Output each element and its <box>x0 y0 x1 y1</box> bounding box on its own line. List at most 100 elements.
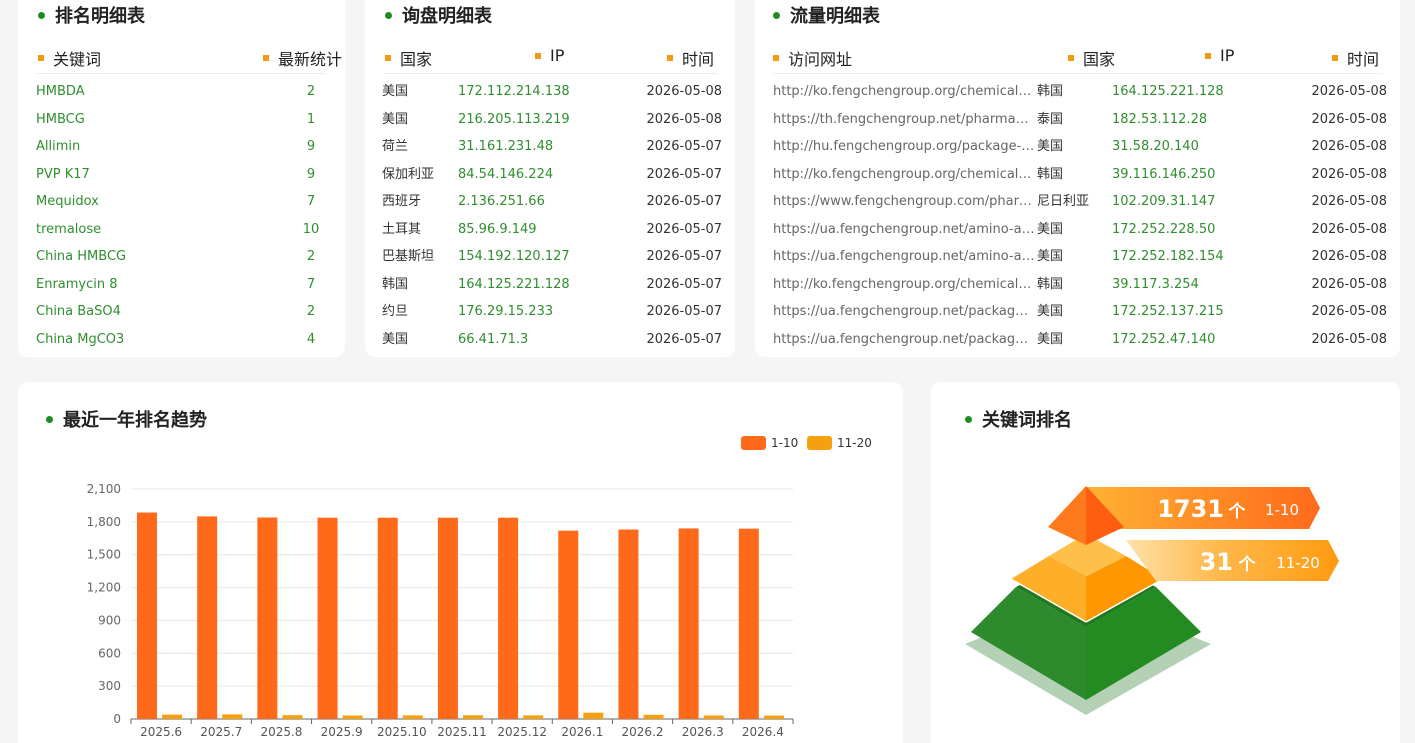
table-row[interactable]: https://ua.fengchengroup.net/package-… 美国… <box>773 302 1393 330</box>
square-bullet-icon <box>773 55 779 61</box>
bar-11-20-2026.2[interactable] <box>643 714 664 719</box>
bar-1-10-2025.9[interactable] <box>317 517 338 719</box>
bar-1-10-2026.4[interactable] <box>738 528 759 719</box>
table-row[interactable]: China BaSO4 2 <box>36 302 326 330</box>
table-row[interactable]: 巴基斯坦 154.192.120.127 2026-05-07 <box>382 247 727 275</box>
bar-11-20-2025.8[interactable] <box>282 715 303 719</box>
table-row[interactable]: http://ko.fengchengroup.org/chemicals/… 韩… <box>773 165 1393 193</box>
keyword-cell[interactable]: China HMBCG <box>36 247 236 267</box>
url-cell[interactable]: https://ua.fengchengroup.net/package-… <box>773 330 1035 350</box>
table-row[interactable]: PVP K17 9 <box>36 165 326 193</box>
table-row[interactable]: Mequidox 7 <box>36 192 326 220</box>
bar-11-20-2025.11[interactable] <box>463 715 483 719</box>
time-cell: 2026-05-08 <box>1311 84 1387 99</box>
table-row[interactable]: https://ua.fengchengroup.net/amino-aci… 美… <box>773 220 1393 248</box>
country-cell: 美国 <box>1037 331 1064 347</box>
y-tick-label: 300 <box>98 679 121 693</box>
x-tick-label: 2026.4 <box>742 725 784 739</box>
url-cell[interactable]: http://hu.fengchengroup.org/package-… <box>773 137 1035 157</box>
url-cell[interactable]: https://ua.fengchengroup.net/package-… <box>773 302 1035 322</box>
count-cell: 9 <box>306 166 316 182</box>
col-header-latest-stat: 最新统计 <box>263 46 342 70</box>
keyword-cell[interactable]: HMBDA <box>36 82 236 102</box>
x-tick-label: 2026.2 <box>622 725 664 739</box>
table-row[interactable]: http://hu.fengchengroup.org/package-… 美国 3… <box>773 137 1393 165</box>
ip-cell: 39.116.146.250 <box>1112 166 1216 182</box>
keyword-cell[interactable]: PVP K17 <box>36 165 236 185</box>
table-row[interactable]: https://th.fengchengroup.net/pharmace… 泰国… <box>773 110 1393 138</box>
table-row[interactable]: Enramycin 8 7 <box>36 275 326 303</box>
title-dot-icon <box>773 11 780 19</box>
bar-11-20-2025.7[interactable] <box>222 714 243 719</box>
url-cell[interactable]: https://ua.fengchengroup.net/amino-aci… <box>773 220 1035 240</box>
bar-11-20-2025.12[interactable] <box>523 715 544 719</box>
y-tick-label: 600 <box>98 646 121 660</box>
legend-swatch[interactable] <box>741 436 766 450</box>
bar-11-20-2025.9[interactable] <box>342 715 363 719</box>
bar-11-20-2026.3[interactable] <box>703 715 724 719</box>
bar-11-20-2026.1[interactable] <box>583 712 604 719</box>
table-row[interactable]: https://ua.fengchengroup.net/amino-aci… 美… <box>773 247 1393 275</box>
bar-11-20-2025.10[interactable] <box>402 715 423 719</box>
legend-label[interactable]: 11-20 <box>837 436 872 450</box>
bar-1-10-2026.3[interactable] <box>678 528 699 719</box>
url-cell[interactable]: http://ko.fengchengroup.org/chemicals/… <box>773 165 1035 185</box>
time-cell: 2026-05-07 <box>646 276 722 292</box>
count-cell: 4 <box>306 331 316 347</box>
bar-1-10-2025.12[interactable] <box>498 517 519 719</box>
keyword-cell[interactable]: HMBCG <box>36 110 236 130</box>
bar-11-20-2026.4[interactable] <box>763 715 784 719</box>
legend-swatch[interactable] <box>807 436 832 450</box>
keyword-cell[interactable]: tremalose <box>36 220 236 240</box>
table-row[interactable]: 美国 172.112.214.138 2026-05-08 <box>382 82 727 110</box>
table-row[interactable]: http://ko.fengchengroup.org/chemicals/… 韩… <box>773 275 1393 303</box>
table-row[interactable]: 保加利亚 84.54.146.224 2026-05-07 <box>382 165 727 193</box>
table-row[interactable]: Allimin 9 <box>36 137 326 165</box>
table-row[interactable]: http://ko.fengchengroup.org/chemicals/… 韩… <box>773 82 1393 110</box>
ip-cell: 66.41.71.3 <box>458 331 529 347</box>
bar-1-10-2025.6[interactable] <box>137 512 157 719</box>
table-row[interactable]: 韩国 164.125.221.128 2026-05-07 <box>382 275 727 303</box>
url-cell[interactable]: http://ko.fengchengroup.org/chemicals/… <box>773 82 1035 102</box>
table-row[interactable]: HMBDA 2 <box>36 82 326 110</box>
bar-11-20-2025.6[interactable] <box>162 714 183 719</box>
table-row[interactable]: China MgCO3 4 <box>36 330 326 358</box>
keyword-cell[interactable]: Mequidox <box>36 192 236 212</box>
bar-1-10-2025.7[interactable] <box>197 516 218 719</box>
bar-1-10-2025.8[interactable] <box>257 517 278 719</box>
legend-label[interactable]: 1-10 <box>771 436 798 450</box>
keyword-cell[interactable]: China BaSO4 <box>36 302 236 322</box>
bar-1-10-2026.2[interactable] <box>618 529 639 719</box>
table-row[interactable]: 西班牙 2.136.251.66 2026-05-07 <box>382 192 727 220</box>
url-cell[interactable]: https://th.fengchengroup.net/pharmace… <box>773 110 1035 130</box>
table-row[interactable]: 美国 66.41.71.3 2026-05-07 <box>382 330 727 358</box>
table-row[interactable]: 土耳其 85.96.9.149 2026-05-07 <box>382 220 727 248</box>
x-tick-label: 2025.6 <box>140 725 182 739</box>
bar-1-10-2026.1[interactable] <box>558 530 579 719</box>
table-row[interactable]: https://ua.fengchengroup.net/package-… 美国… <box>773 330 1393 358</box>
table-row[interactable]: 美国 216.205.113.219 2026-05-08 <box>382 110 727 138</box>
table-row[interactable]: https://www.fengchengroup.com/pharm… 尼日利亚… <box>773 192 1393 220</box>
url-cell[interactable]: https://ua.fengchengroup.net/amino-aci… <box>773 247 1035 267</box>
time-cell: 2026-05-08 <box>1311 304 1387 319</box>
table-row[interactable]: HMBCG 1 <box>36 110 326 138</box>
bar-1-10-2025.10[interactable] <box>377 517 398 719</box>
bar-1-10-2025.11[interactable] <box>437 517 458 719</box>
country-cell: 美国 <box>1037 221 1064 237</box>
table-row[interactable]: 约旦 176.29.15.233 2026-05-07 <box>382 302 727 330</box>
table-row[interactable]: 荷兰 31.161.231.48 2026-05-07 <box>382 137 727 165</box>
keyword-cell[interactable]: Allimin <box>36 137 236 157</box>
x-tick-label: 2026.1 <box>561 725 603 739</box>
keyword-cell[interactable]: Enramycin 8 <box>36 275 236 295</box>
top-range: 1-10 <box>1265 501 1299 519</box>
time-cell: 2026-05-07 <box>646 331 722 347</box>
table-row[interactable]: tremalose 10 <box>36 220 326 248</box>
keyword-cell[interactable]: China MgCO3 <box>36 330 236 350</box>
inquiry-detail-title: 询盘明细表 <box>385 2 492 28</box>
ip-cell: 216.205.113.219 <box>458 111 570 127</box>
table-row[interactable]: China HMBCG 2 <box>36 247 326 275</box>
url-cell[interactable]: https://www.fengchengroup.com/pharm… <box>773 192 1035 212</box>
country-cell: 巴基斯坦 <box>382 249 435 264</box>
url-cell[interactable]: http://ko.fengchengroup.org/chemicals/… <box>773 275 1035 295</box>
x-tick-label: 2025.8 <box>260 725 302 739</box>
